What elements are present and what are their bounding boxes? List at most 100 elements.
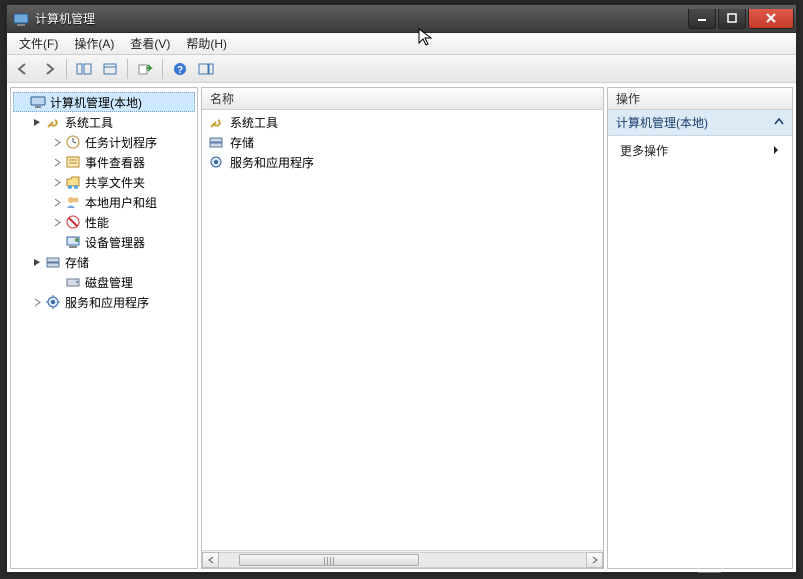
show-actions-button[interactable] <box>194 58 218 80</box>
tree-label: 服务和应用程序 <box>65 294 149 311</box>
scroll-track[interactable] <box>219 552 586 568</box>
services-icon <box>45 294 61 310</box>
list-item-storage[interactable]: 存储 <box>202 132 603 152</box>
tree-label: 系统工具 <box>65 114 113 131</box>
window-title: 计算机管理 <box>35 10 95 27</box>
tree-label: 性能 <box>85 214 109 231</box>
actions-section-title[interactable]: 计算机管理(本地) <box>608 110 792 136</box>
tree-pane: 计算机管理(本地) 系统工具 <box>10 87 198 569</box>
tree-label: 事件查看器 <box>85 154 145 171</box>
storage-icon <box>45 254 61 270</box>
properties-button[interactable] <box>98 58 122 80</box>
expand-icon[interactable] <box>51 176 63 188</box>
app-icon <box>13 11 29 27</box>
maximize-button[interactable] <box>718 9 746 29</box>
collapse-icon[interactable] <box>31 256 43 268</box>
close-button[interactable] <box>748 9 794 29</box>
expand-icon[interactable] <box>51 216 63 228</box>
list-item-label: 服务和应用程序 <box>230 154 314 171</box>
disk-icon <box>65 274 81 290</box>
services-icon <box>208 154 224 170</box>
menu-help[interactable]: 帮助(H) <box>178 33 235 54</box>
toolbar-separator <box>162 59 163 79</box>
svg-text:?: ? <box>177 65 183 76</box>
expand-icon[interactable] <box>51 196 63 208</box>
export-button[interactable] <box>133 58 157 80</box>
shared-folder-icon <box>65 174 81 190</box>
menu-file[interactable]: 文件(F) <box>11 33 66 54</box>
list-item-label: 系统工具 <box>230 114 278 131</box>
tree-label: 任务计划程序 <box>85 134 157 151</box>
watermark-text: 系统之家 <box>731 550 795 570</box>
list-item-label: 存储 <box>230 134 254 151</box>
tree-node-disk-management[interactable]: 磁盘管理 <box>13 272 195 292</box>
toolbar: ? <box>7 55 796 83</box>
watermark-logo-icon <box>696 547 728 573</box>
list-item-system-tools[interactable]: 系统工具 <box>202 112 603 132</box>
body: 计算机管理(本地) 系统工具 <box>7 83 796 572</box>
actions-pane: 操作 计算机管理(本地) 更多操作 <box>607 87 793 569</box>
tools-icon <box>208 114 224 130</box>
tree-label: 共享文件夹 <box>85 174 145 191</box>
expand-icon[interactable] <box>31 296 43 308</box>
tree-node-device-manager[interactable]: 设备管理器 <box>13 232 195 252</box>
actions-header: 操作 <box>608 88 792 110</box>
window-controls <box>686 9 794 29</box>
forward-button[interactable] <box>37 58 61 80</box>
toolbar-separator <box>127 59 128 79</box>
device-manager-icon <box>65 234 81 250</box>
clock-icon <box>65 134 81 150</box>
menu-view[interactable]: 查看(V) <box>122 33 178 54</box>
computer-icon <box>30 94 46 110</box>
scroll-right-button[interactable] <box>586 552 603 568</box>
submenu-arrow-icon <box>772 144 780 158</box>
list-item-services-apps[interactable]: 服务和应用程序 <box>202 152 603 172</box>
tree-label: 计算机管理(本地) <box>50 94 142 111</box>
tree-node-task-scheduler[interactable]: 任务计划程序 <box>13 132 195 152</box>
back-button[interactable] <box>11 58 35 80</box>
action-item-label: 更多操作 <box>620 142 668 159</box>
collapse-icon[interactable] <box>31 116 43 128</box>
menu-action[interactable]: 操作(A) <box>66 33 122 54</box>
users-icon <box>65 194 81 210</box>
column-header-name[interactable]: 名称 <box>202 88 603 110</box>
scroll-thumb[interactable] <box>239 554 419 566</box>
actions-header-label: 操作 <box>616 90 640 107</box>
toolbar-separator <box>66 59 67 79</box>
tree-node-services-apps[interactable]: 服务和应用程序 <box>13 292 195 312</box>
titlebar[interactable]: 计算机管理 <box>7 5 796 33</box>
window-frame: 计算机管理 文件(F) 操作(A) 查看(V) 帮助(H) <box>6 4 797 573</box>
list-pane: 名称 系统工具 存储 <box>201 87 604 569</box>
tree: 计算机管理(本地) 系统工具 <box>11 88 197 316</box>
list: 系统工具 存储 服务和应用程序 <box>202 110 603 550</box>
show-hide-tree-button[interactable] <box>72 58 96 80</box>
storage-icon <box>208 134 224 150</box>
tree-label: 磁盘管理 <box>85 274 133 291</box>
expand-icon[interactable] <box>51 156 63 168</box>
column-header-label: 名称 <box>210 90 234 107</box>
tree-node-performance[interactable]: 性能 <box>13 212 195 232</box>
tools-icon <box>45 114 61 130</box>
tree-node-storage[interactable]: 存储 <box>13 252 195 272</box>
minimize-button[interactable] <box>688 9 716 29</box>
tree-node-event-viewer[interactable]: 事件查看器 <box>13 152 195 172</box>
tree-label: 存储 <box>65 254 89 271</box>
menubar: 文件(F) 操作(A) 查看(V) 帮助(H) <box>7 33 796 55</box>
tree-label: 设备管理器 <box>85 234 145 251</box>
tree-label: 本地用户和组 <box>85 194 157 211</box>
performance-icon <box>65 214 81 230</box>
watermark: 系统之家 <box>699 547 795 573</box>
action-more-actions[interactable]: 更多操作 <box>608 136 792 165</box>
actions-section-label: 计算机管理(本地) <box>616 114 708 131</box>
collapse-section-icon[interactable] <box>774 116 784 130</box>
event-log-icon <box>65 154 81 170</box>
actions-list: 计算机管理(本地) 更多操作 <box>608 110 792 165</box>
expand-icon[interactable] <box>51 136 63 148</box>
tree-node-shared-folders[interactable]: 共享文件夹 <box>13 172 195 192</box>
tree-node-system-tools[interactable]: 系统工具 <box>13 112 195 132</box>
tree-node-local-users[interactable]: 本地用户和组 <box>13 192 195 212</box>
tree-node-root[interactable]: 计算机管理(本地) <box>13 92 195 112</box>
help-button[interactable]: ? <box>168 58 192 80</box>
horizontal-scrollbar[interactable] <box>202 550 603 568</box>
scroll-left-button[interactable] <box>202 552 219 568</box>
